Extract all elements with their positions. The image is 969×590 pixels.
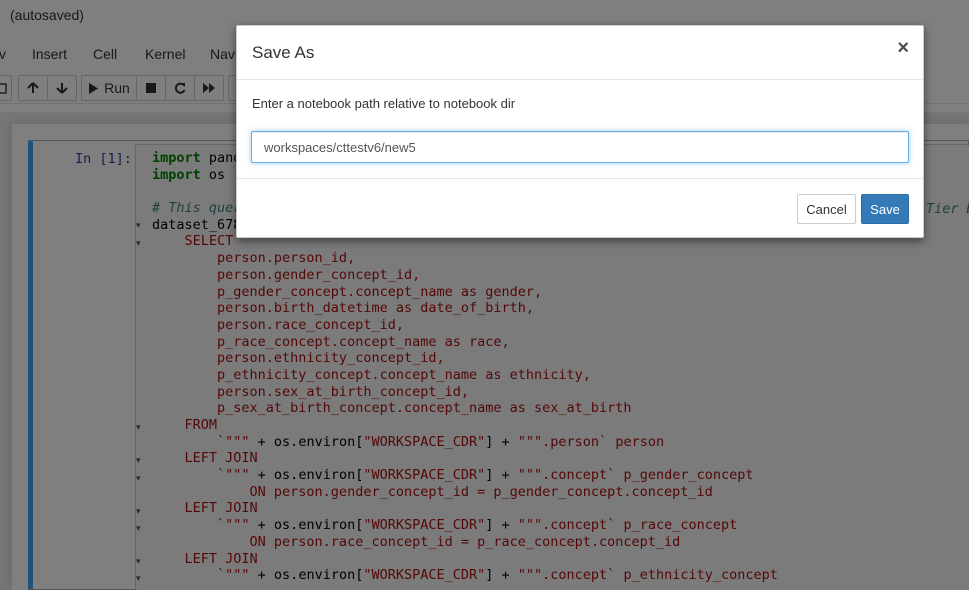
notebook-path-input[interactable] [251,131,909,163]
dialog-title: Save As [252,43,315,62]
save-as-dialog: Save As × Enter a notebook path relative… [236,25,924,238]
close-icon[interactable]: × [897,38,909,58]
save-button[interactable]: Save [861,194,909,224]
dialog-body: Enter a notebook path relative to notebo… [237,80,923,178]
dialog-footer: Cancel Save [237,178,923,239]
dialog-header: Save As × [237,26,923,80]
cancel-button[interactable]: Cancel [797,194,856,224]
path-label: Enter a notebook path relative to notebo… [252,96,516,111]
